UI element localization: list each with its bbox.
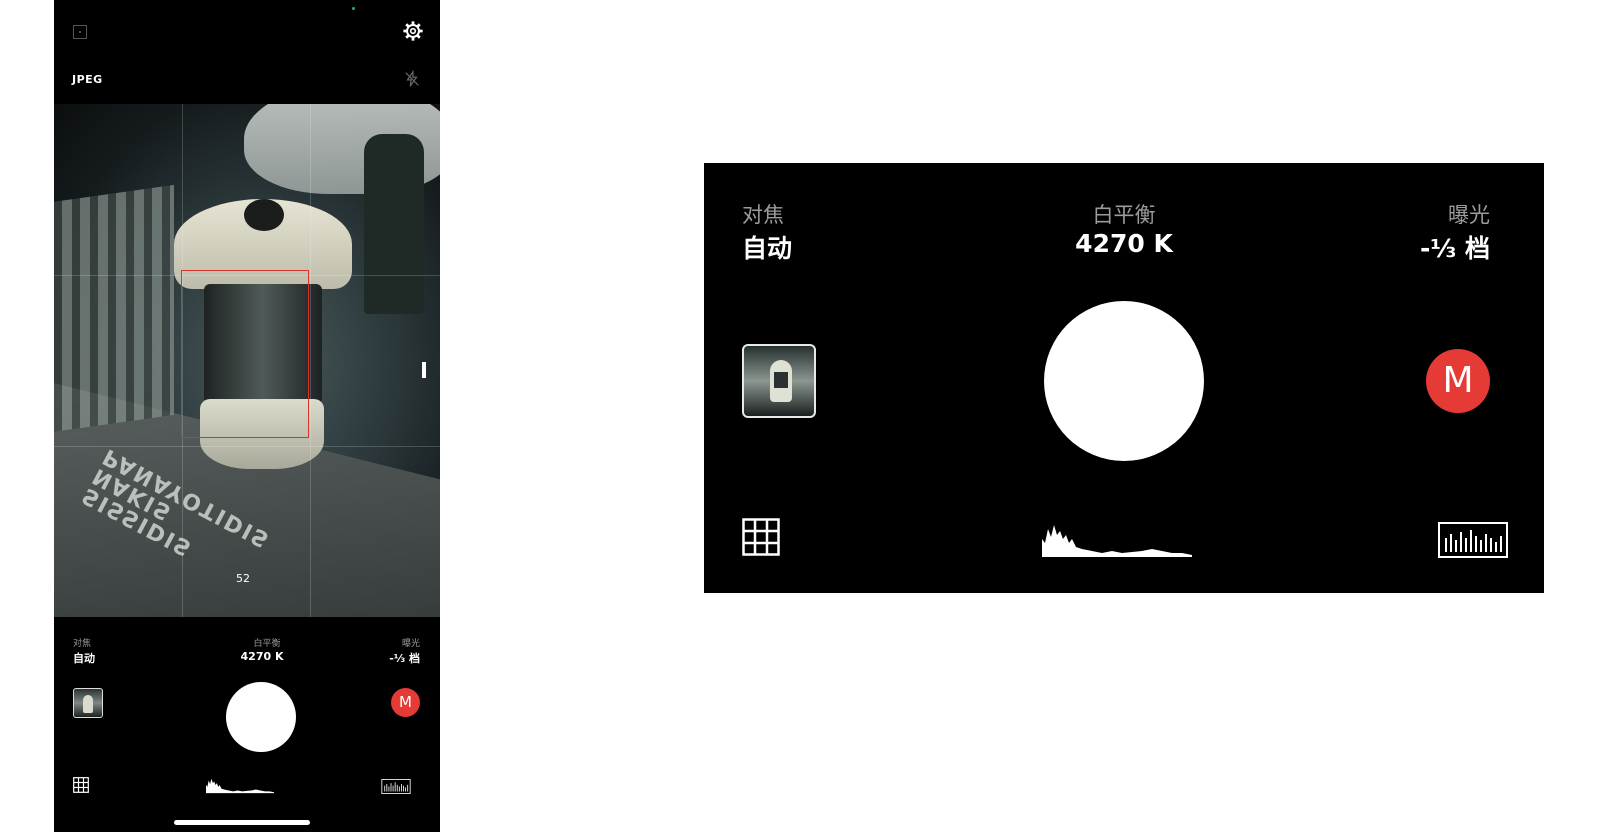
white-balance-label: 白平衡 — [253, 639, 281, 649]
focus-box[interactable] — [181, 270, 309, 438]
grid-line-vertical — [310, 104, 311, 617]
bottle-scene — [364, 134, 424, 314]
exposure-meter-icon[interactable] — [1438, 522, 1508, 558]
exposure-meter-icon[interactable] — [381, 779, 411, 794]
gear-icon[interactable] — [402, 20, 424, 42]
focus-value[interactable]: 自动 — [73, 650, 95, 666]
white-balance-value[interactable]: 4270 K — [1044, 229, 1204, 258]
level-indicator — [422, 362, 426, 378]
manual-mode-button[interactable]: M — [391, 688, 420, 717]
lantern-knob-scene — [244, 199, 284, 231]
exposure-value[interactable]: -⅓ 档 — [1350, 229, 1490, 265]
focus-label: 对焦 — [73, 639, 92, 649]
image-format-label[interactable]: JPEG — [72, 73, 103, 86]
camera-viewfinder[interactable]: SISSIDIS NAKIS PANAYOTIDIS 52 — [54, 104, 440, 617]
last-photo-thumbnail[interactable] — [742, 344, 816, 418]
shutter-button[interactable] — [226, 682, 296, 752]
exposure-label: 曝光 — [1448, 203, 1490, 227]
status-indicator-dot — [352, 7, 355, 10]
focus-distance-readout: 52 — [236, 572, 250, 585]
flash-off-icon[interactable] — [403, 70, 421, 88]
home-indicator[interactable] — [174, 820, 310, 825]
exposure-value[interactable]: -⅓ 档 — [360, 650, 420, 666]
shutter-button[interactable] — [1044, 301, 1204, 461]
white-balance-value[interactable]: 4270 K — [222, 650, 302, 663]
manual-mode-button[interactable]: M — [1426, 349, 1490, 413]
histogram-icon[interactable] — [206, 776, 274, 794]
focus-label: 对焦 — [742, 203, 784, 227]
grid-line-horizontal — [54, 446, 440, 447]
controls-zoom-panel: 对焦 自动 白平衡 4270 K 曝光 -⅓ 档 M — [704, 163, 1544, 593]
white-balance-label: 白平衡 — [1092, 203, 1156, 227]
grid-icon[interactable] — [742, 518, 780, 556]
aspect-icon[interactable] — [73, 25, 87, 39]
histogram-icon[interactable] — [1042, 521, 1192, 557]
crate-scene — [54, 184, 174, 434]
last-photo-thumbnail[interactable] — [73, 688, 103, 718]
exposure-label: 曝光 — [401, 639, 420, 649]
grid-icon[interactable] — [73, 777, 89, 793]
focus-value[interactable]: 自动 — [742, 229, 792, 265]
camera-phone-screen: JPEG SISSIDIS NAKIS PANAYOTIDIS 52 对焦 自动… — [54, 0, 440, 832]
